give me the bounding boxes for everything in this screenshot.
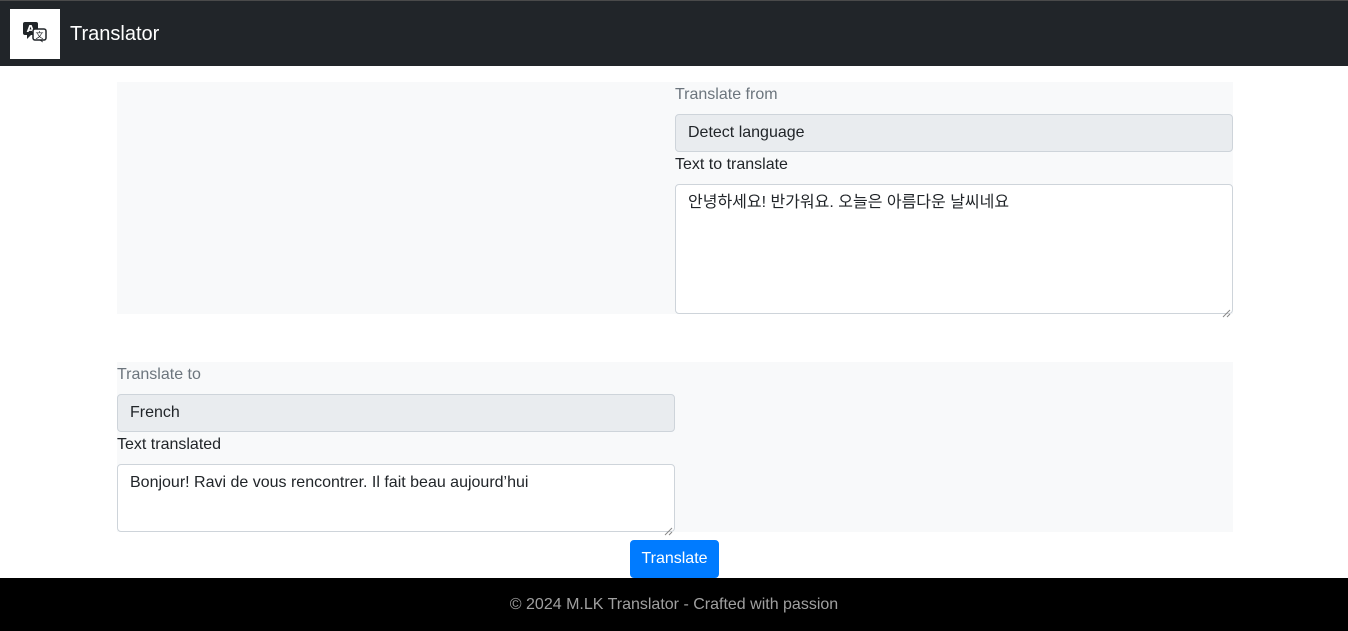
navbar: A 文 Translator [0,0,1348,66]
source-language-select[interactable]: Detect language [675,114,1233,152]
target-language-select[interactable]: French [117,394,675,432]
source-text-value: 안녕하세요! 반가워요. 오늘은 아름다운 날씨네요 [688,194,1010,211]
translate-button[interactable]: Translate [630,540,719,578]
translate-icon: A 文 [22,21,48,48]
footer-text: © 2024 M.LK Translator - Crafted with pa… [509,595,839,613]
target-text-label: Text translated [117,436,222,453]
source-text-input[interactable]: 안녕하세요! 반가워요. 오늘은 아름다운 날씨네요 [675,184,1233,318]
logo[interactable]: A 文 [10,9,60,59]
source-language-label: Translate from [675,86,778,103]
svg-text:文: 文 [36,30,44,40]
target-language-label: Translate to [117,366,201,383]
resize-handle-icon[interactable] [663,520,673,536]
resize-handle-icon[interactable] [1221,302,1231,318]
brand-title[interactable]: Translator [70,21,159,47]
translated-text-output[interactable]: Bonjour! Ravi de vous rencontrer. Il fai… [117,464,675,536]
translated-text-value: Bonjour! Ravi de vous rencontrer. Il fai… [130,474,529,491]
footer: © 2024 M.LK Translator - Crafted with pa… [0,578,1348,631]
source-text-label: Text to translate [675,156,788,173]
